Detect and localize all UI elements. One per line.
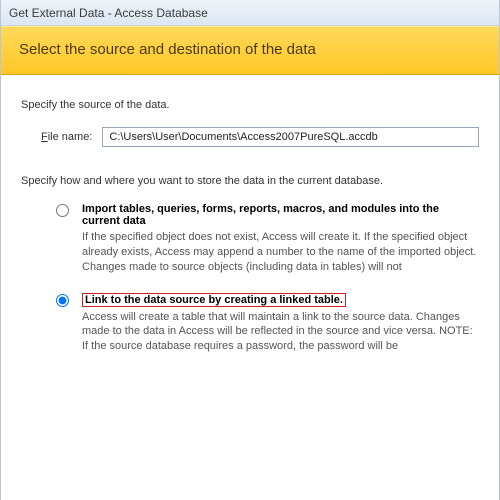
dialog-content: Select the source and destination of the…: [1, 26, 499, 382]
option-import-desc: If the specified object does not exist, …: [82, 230, 479, 275]
dialog-window: Get External Data - Access Database Sele…: [0, 0, 500, 500]
option-link[interactable]: Link to the data source by creating a li…: [51, 293, 479, 355]
option-import[interactable]: Import tables, queries, forms, reports, …: [51, 203, 479, 275]
source-section-label: Specify the source of the data.: [21, 99, 479, 111]
option-import-text: Import tables, queries, forms, reports, …: [82, 203, 479, 275]
file-name-input[interactable]: [102, 127, 479, 147]
window-title: Get External Data - Access Database: [9, 6, 208, 20]
option-link-text: Link to the data source by creating a li…: [82, 293, 479, 355]
option-link-desc: Access will create a table that will mai…: [82, 310, 479, 355]
storage-section-label: Specify how and where you want to store …: [21, 175, 479, 187]
banner: Select the source and destination of the…: [1, 26, 499, 75]
option-link-title: Link to the data source by creating a li…: [82, 293, 346, 307]
radio-import[interactable]: [56, 204, 69, 217]
file-name-label: File name:: [41, 131, 92, 143]
titlebar[interactable]: Get External Data - Access Database: [1, 0, 499, 26]
radio-link[interactable]: [56, 294, 69, 307]
body-area: Specify the source of the data. File nam…: [1, 75, 499, 382]
file-row: File name:: [41, 127, 479, 147]
banner-heading: Select the source and destination of the…: [19, 41, 481, 58]
option-import-title: Import tables, queries, forms, reports, …: [82, 203, 479, 227]
